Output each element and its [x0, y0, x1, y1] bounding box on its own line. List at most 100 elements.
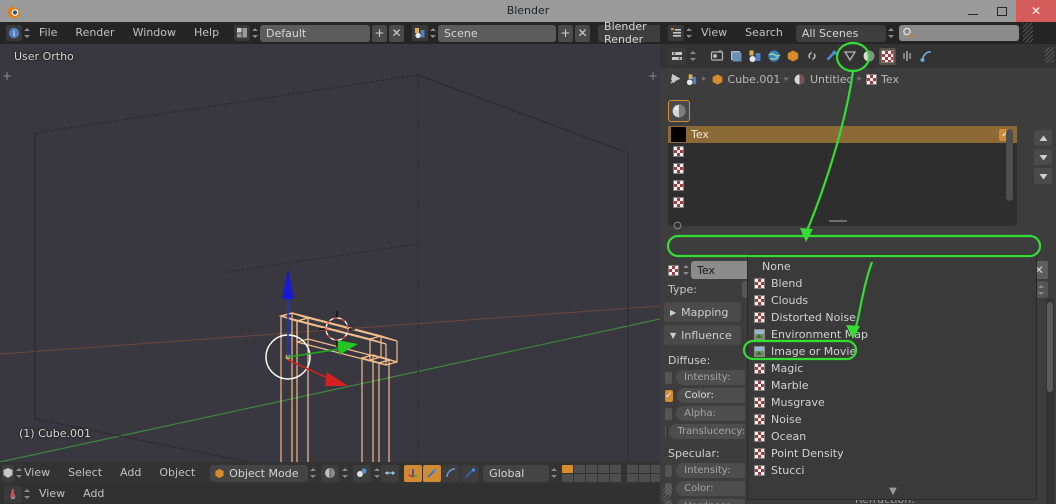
editor-type-outliner-icon[interactable]: [668, 25, 684, 41]
influence-row-diffuse-alpha[interactable]: Alpha:: [660, 405, 745, 422]
outliner-display-mode-stepper[interactable]: [887, 25, 894, 41]
footer-menu-view[interactable]: View: [30, 483, 74, 504]
dropdown-item-marble[interactable]: Marble: [748, 377, 1036, 394]
diffuse-color-checkbox[interactable]: ✓: [665, 389, 673, 402]
texture-slot-row-empty-4[interactable]: [668, 194, 1017, 211]
toolshelf-expand-icon[interactable]: +: [2, 69, 12, 83]
texture-datablock-icon[interactable]: [668, 264, 679, 276]
properties-tab-render-layers[interactable]: [727, 48, 744, 65]
move-texture-down-button[interactable]: [1034, 149, 1052, 165]
rotate-manipulator-icon[interactable]: [442, 464, 461, 482]
texture-slot-row-empty-1[interactable]: [668, 143, 1017, 160]
editor-type-uvimage-icon[interactable]: [4, 485, 22, 503]
texture-type-stepper[interactable]: [1037, 282, 1044, 298]
close-button[interactable]: ✕: [1016, 0, 1056, 22]
texture-breadcrumb-icon[interactable]: [866, 73, 878, 85]
diffuse-intensity-checkbox[interactable]: [665, 371, 673, 384]
properties-scrollbar[interactable]: [1046, 298, 1054, 504]
dropdown-item-blend[interactable]: Blend: [748, 275, 1036, 292]
influence-row-diffuse-translucency[interactable]: Translucency:: [660, 423, 745, 440]
editor-type-properties-icon[interactable]: [668, 47, 686, 65]
properties-region-expand-icon[interactable]: +: [648, 69, 658, 83]
add-screen-layout-button[interactable]: +: [372, 24, 388, 42]
editor-type-stepper[interactable]: [23, 25, 30, 41]
delete-screen-layout-button[interactable]: ✕: [389, 24, 405, 42]
viewport-shading-icon[interactable]: [321, 464, 340, 482]
menu-file[interactable]: File: [30, 22, 66, 44]
snap-during-transform-icon[interactable]: [381, 464, 400, 482]
editor-type-info-icon[interactable]: i: [6, 25, 22, 41]
specular-intensity-checkbox[interactable]: [665, 464, 673, 477]
properties-editor-stepper[interactable]: [689, 48, 696, 64]
diffuse-alpha-field[interactable]: Alpha:: [676, 406, 745, 421]
menu-help[interactable]: Help: [185, 22, 228, 44]
outliner-grip[interactable]: [1022, 23, 1033, 43]
footer-menu-add[interactable]: Add: [74, 483, 113, 504]
3d-viewport[interactable]: User Ortho (1) Cube.001 + +: [0, 44, 660, 462]
move-texture-up-button[interactable]: [1034, 130, 1052, 146]
breadcrumb-material[interactable]: Untitled: [810, 73, 854, 86]
texture-context-material-icon[interactable]: [668, 100, 690, 122]
material-breadcrumb-icon[interactable]: [793, 73, 806, 86]
delete-scene-button[interactable]: ✕: [575, 24, 591, 42]
diffuse-color-field[interactable]: Color:: [676, 388, 745, 403]
scene-stepper[interactable]: [429, 25, 437, 41]
viewport-shading-stepper[interactable]: [341, 465, 349, 481]
dropdown-item-noise[interactable]: Noise: [748, 411, 1036, 428]
properties-tab-physics[interactable]: [917, 48, 934, 65]
dropdown-item-ocean[interactable]: Ocean: [748, 428, 1036, 445]
influence-row-specular-hardness[interactable]: Hardness:: [660, 498, 745, 504]
transform-orientation-field[interactable]: Global: [483, 464, 550, 482]
diffuse-alpha-checkbox[interactable]: [665, 407, 673, 420]
specular-color-field[interactable]: Color:: [676, 481, 745, 496]
properties-tab-object[interactable]: [784, 48, 801, 65]
breadcrumb-object[interactable]: Cube.001: [728, 73, 781, 86]
properties-tab-particles[interactable]: [898, 48, 915, 65]
specular-intensity-field[interactable]: Intensity:: [676, 463, 745, 478]
properties-tab-constraints[interactable]: [803, 48, 820, 65]
object-breadcrumb-icon[interactable]: [711, 73, 724, 86]
properties-tab-scene[interactable]: [746, 48, 763, 65]
dropdown-item-stucci[interactable]: Stucci: [748, 462, 1036, 479]
scene-breadcrumb-icon[interactable]: [685, 73, 698, 86]
footer-editor-stepper[interactable]: [23, 486, 30, 502]
diffuse-translucency-field[interactable]: Translucency:: [669, 424, 745, 439]
dropdown-scroll-down-icon[interactable]: ▼: [748, 486, 1038, 497]
pivot-point-stepper[interactable]: [373, 465, 381, 481]
menu-window[interactable]: Window: [124, 22, 185, 44]
screen-layout-field[interactable]: Default: [260, 24, 371, 42]
viewport-menu-object[interactable]: Object: [150, 462, 204, 484]
transform-orientation-stepper[interactable]: [550, 465, 558, 481]
properties-corner-grip[interactable]: [662, 486, 671, 502]
scene-icon[interactable]: [412, 25, 429, 41]
influence-row-specular-intensity[interactable]: Intensity:: [660, 462, 745, 479]
maximize-button[interactable]: [987, 0, 1016, 22]
properties-tabs-grip[interactable]: [1045, 47, 1054, 63]
outliner-editor-stepper[interactable]: [685, 25, 692, 41]
dropdown-item-image-or-movie[interactable]: Image or Movie: [748, 343, 1036, 360]
dropdown-item-distorted-noise[interactable]: Distorted Noise: [748, 309, 1036, 326]
dropdown-item-magic[interactable]: Magic: [748, 360, 1036, 377]
translate-manipulator-icon[interactable]: [423, 464, 442, 482]
manipulator-toggle-icon[interactable]: [404, 464, 423, 482]
panel-header-mapping[interactable]: ▶ Mapping: [664, 302, 741, 322]
specular-hardness-field[interactable]: Hardness:: [676, 499, 745, 504]
texture-list-resize-grip[interactable]: [828, 220, 847, 222]
texture-browse-stepper[interactable]: [682, 262, 689, 278]
screen-layout-icon[interactable]: [234, 25, 251, 41]
texture-list-scrollbar[interactable]: [1006, 129, 1013, 201]
influence-row-specular-color[interactable]: Color:: [660, 480, 745, 497]
texture-slot-row-empty-3[interactable]: [668, 177, 1017, 194]
pin-icon[interactable]: [668, 73, 681, 86]
screen-layout-stepper[interactable]: [251, 25, 259, 41]
dropdown-item-none[interactable]: None: [748, 258, 1036, 275]
properties-tab-object-data[interactable]: [841, 48, 858, 65]
scale-manipulator-icon[interactable]: [461, 464, 480, 482]
editor-type-3dview-icon[interactable]: [2, 464, 14, 482]
dropdown-item-musgrave[interactable]: Musgrave: [748, 394, 1036, 411]
breadcrumb-texture[interactable]: Tex: [881, 73, 899, 86]
texture-slot-list[interactable]: Tex ✓: [668, 126, 1017, 230]
viewport-menu-add[interactable]: Add: [111, 462, 150, 484]
properties-tab-material[interactable]: [860, 48, 877, 65]
influence-row-diffuse-intensity[interactable]: Intensity:: [660, 369, 745, 386]
